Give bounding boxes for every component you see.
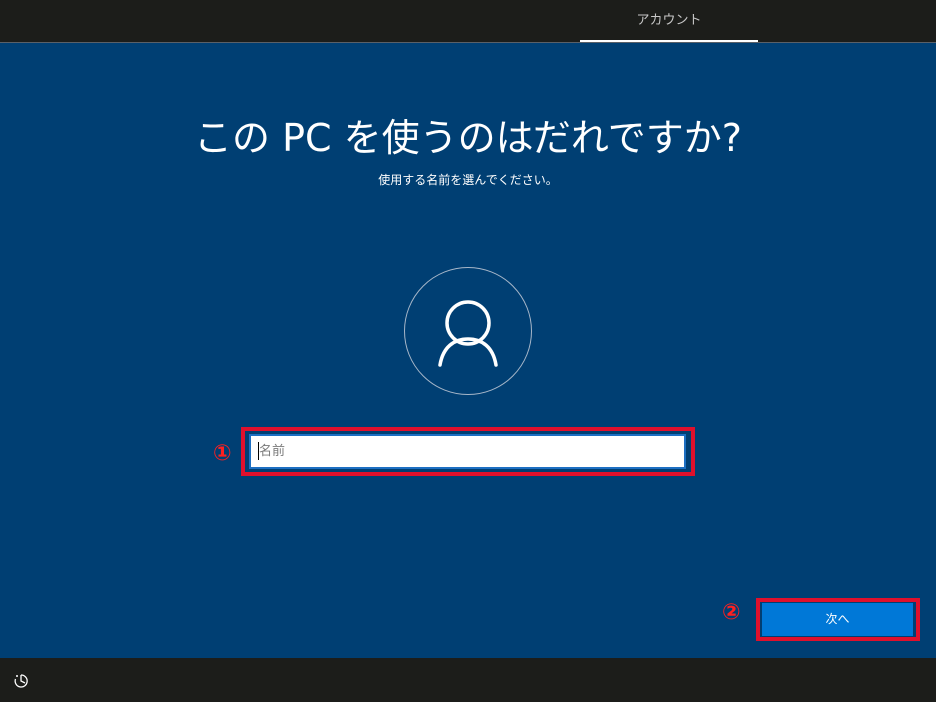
oobe-screen: アカウント この PC を使うのはだれですか? 使用する名前を選んでください。 …	[0, 0, 936, 702]
step-1-marker: ①	[213, 441, 232, 466]
bottom-bar	[0, 658, 936, 702]
page-title: この PC を使うのはだれですか?	[194, 116, 742, 160]
user-icon	[438, 300, 498, 367]
next-button[interactable]: 次へ	[762, 603, 913, 636]
tab-account: アカウント	[580, 0, 758, 42]
page-subtitle: 使用する名前を選んでください。	[378, 173, 558, 187]
name-input[interactable]	[249, 434, 686, 469]
ease-of-access-icon[interactable]	[12, 672, 30, 690]
top-bar: アカウント	[0, 0, 936, 43]
step-2-marker: ②	[722, 600, 741, 625]
avatar	[404, 267, 532, 395]
text-cursor	[258, 442, 259, 460]
